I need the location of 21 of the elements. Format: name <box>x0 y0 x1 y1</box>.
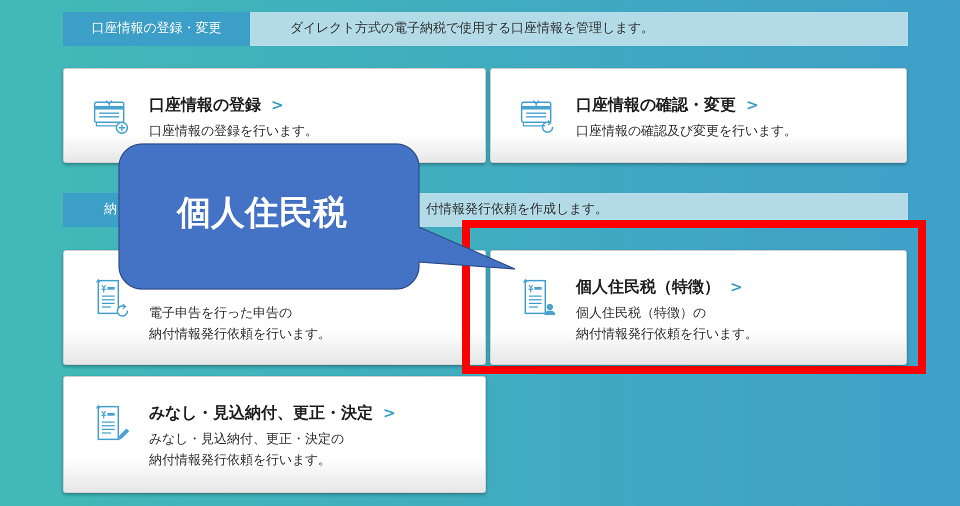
callout-text: 個人住民税 <box>177 193 347 233</box>
card-description: みなし・見込納付、更正・決定の <box>149 431 345 449</box>
card-description: 個人住民税（特徴）の <box>576 305 707 323</box>
card-description: 口座情報の確認及び変更を行います。 <box>576 123 797 141</box>
chevron-icon: > <box>730 276 743 298</box>
card-description: 電子申告を行った申告の <box>149 305 293 323</box>
card-title: みなし・見込納付、更正・決定 <box>149 402 373 424</box>
card-title: 個人住民税（特徴） <box>576 276 720 298</box>
chevron-icon: > <box>383 402 396 424</box>
menu-card[interactable]: みなし・見込納付、更正・決定 > みなし・見込納付、更正・決定の 納付情報発行依頼を行います。 <box>63 376 486 493</box>
card-description: 納付情報発行依頼を行います。 <box>149 326 331 344</box>
card-description: 納付情報発行依頼を行います。 <box>576 326 758 344</box>
menu-card[interactable]: 口座情報の確認・変更 > 口座情報の確認及び変更を行います。 <box>490 68 907 163</box>
section-description: ダイレクト方式の電子納税で使用する口座情報を管理します。 <box>250 12 908 46</box>
card-description: 納付情報発行依頼を行います。 <box>149 452 332 470</box>
card-title: 口座情報の確認・変更 <box>576 94 736 116</box>
menu-card[interactable]: 個人住民税（特徴） > 個人住民税（特徴）の 納付情報発行依頼を行います。 <box>490 250 907 365</box>
card-title: 口座情報の登録 <box>149 94 261 116</box>
chevron-icon: > <box>271 94 284 116</box>
chevron-icon: > <box>746 94 759 116</box>
card-description: 口座情報の登録を行います。 <box>149 123 318 141</box>
